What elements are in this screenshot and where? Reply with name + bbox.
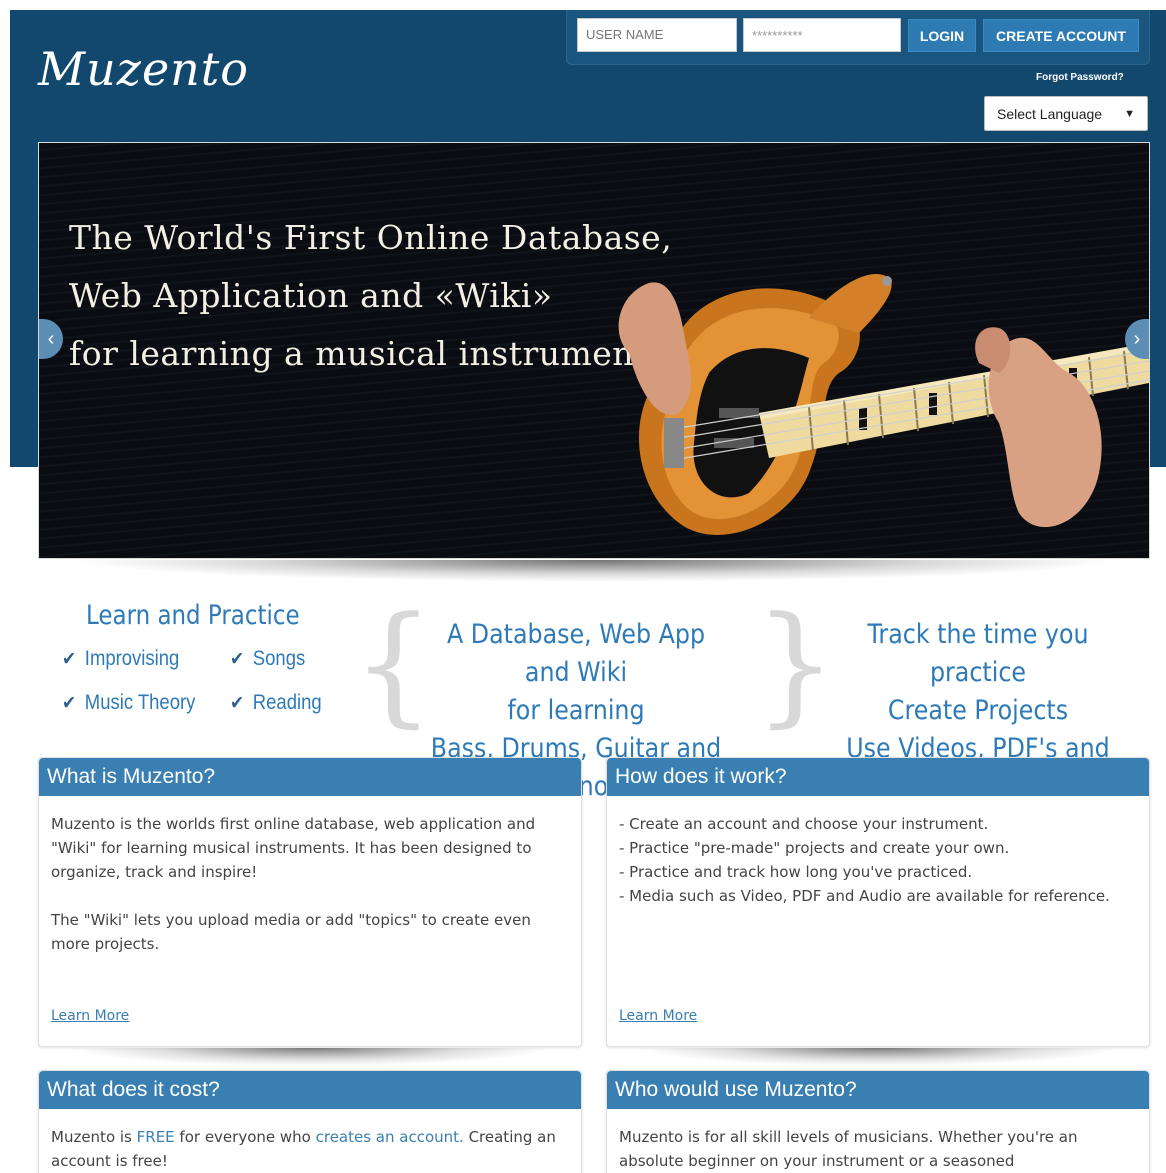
- check-item-songs: ✔ Songs: [230, 647, 305, 671]
- checkmark-icon: ✔: [62, 692, 77, 714]
- chevron-right-icon: ›: [1133, 327, 1141, 350]
- panel-paragraph: The "Wiki" lets you upload media or add …: [51, 911, 531, 953]
- panel-body: Muzento is the worlds first online datab…: [39, 796, 581, 990]
- check-label: Reading: [252, 691, 322, 714]
- check-label: Music Theory: [84, 691, 196, 714]
- check-item-reading: ✔ Reading: [230, 691, 322, 715]
- site-logo[interactable]: Muzento: [38, 42, 249, 96]
- chevron-left-icon: ‹: [47, 327, 55, 350]
- cost-text: Muzento is: [51, 1128, 137, 1146]
- cost-text: for everyone who: [174, 1128, 316, 1146]
- panel-paragraph: Muzento is the worlds first online datab…: [51, 815, 536, 881]
- right-brace-decoration: }: [754, 588, 837, 740]
- who-text: Muzento is for all skill levels of music…: [619, 1128, 1078, 1170]
- username-input[interactable]: [577, 18, 737, 52]
- panel-body: Muzento is FREE for everyone who creates…: [39, 1109, 581, 1173]
- right-line-1: Track the time you practice: [867, 619, 1089, 688]
- learn-more-link[interactable]: Learn More: [51, 1008, 129, 1024]
- dropdown-arrow-icon: ▼: [1124, 107, 1135, 120]
- center-line-1: A Database, Web App and Wiki: [446, 619, 706, 688]
- list-item: - Practice and track how long you've pra…: [619, 863, 973, 881]
- hero-shadow: [70, 560, 1120, 582]
- password-input[interactable]: **********: [743, 18, 901, 52]
- cost-panel: What does it cost? Muzento is FREE for e…: [38, 1070, 582, 1173]
- panel-body: - Create an account and choose your inst…: [607, 796, 1149, 918]
- what-is-panel: What is Muzento? Muzento is the worlds f…: [38, 757, 582, 1047]
- hero-banner: The World's First Online Database, Web A…: [38, 142, 1150, 559]
- center-line-2: for learning: [507, 695, 645, 726]
- learn-practice-title: Learn and Practice: [86, 600, 300, 631]
- list-item: - Practice "pre-made" projects and creat…: [619, 839, 1010, 857]
- check-item-music-theory: ✔ Music Theory: [62, 691, 195, 715]
- who-panel: Who would use Muzento? Muzento is for al…: [606, 1070, 1150, 1173]
- free-link[interactable]: FREE: [137, 1128, 175, 1146]
- create-account-link[interactable]: creates an account.: [316, 1128, 464, 1146]
- panel-shadow: [70, 1048, 550, 1066]
- check-item-improvising: ✔ Improvising: [62, 647, 179, 671]
- checkmark-icon: ✔: [230, 692, 245, 714]
- check-label: Improvising: [84, 647, 180, 670]
- forgot-password-link[interactable]: Forgot Password?: [1036, 72, 1124, 83]
- panel-body: Muzento is for all skill levels of music…: [607, 1109, 1149, 1173]
- list-item: - Create an account and choose your inst…: [619, 815, 989, 833]
- panel-title: What does it cost?: [39, 1071, 581, 1109]
- panel-title: What is Muzento?: [39, 758, 581, 796]
- right-line-2: Create Projects: [887, 695, 1069, 726]
- check-label: Songs: [252, 647, 306, 670]
- list-item: - Media such as Video, PDF and Audio are…: [619, 887, 1110, 905]
- bass-guitar-image: [618, 273, 1149, 535]
- login-box: ********** LOGIN CREATE ACCOUNT: [566, 10, 1150, 65]
- checkmark-icon: ✔: [62, 648, 77, 670]
- panel-title: How does it work?: [607, 758, 1149, 796]
- language-select[interactable]: Select Language ▼: [984, 96, 1148, 131]
- checkmark-icon: ✔: [230, 648, 245, 670]
- panel-shadow: [638, 1048, 1118, 1066]
- learn-more-link[interactable]: Learn More: [619, 1008, 697, 1024]
- login-button[interactable]: LOGIN: [908, 19, 976, 52]
- create-account-button[interactable]: CREATE ACCOUNT: [983, 19, 1139, 52]
- panel-title: Who would use Muzento?: [607, 1071, 1149, 1109]
- how-it-works-panel: How does it work? - Create an account an…: [606, 757, 1150, 1047]
- language-select-label: Select Language: [997, 105, 1103, 122]
